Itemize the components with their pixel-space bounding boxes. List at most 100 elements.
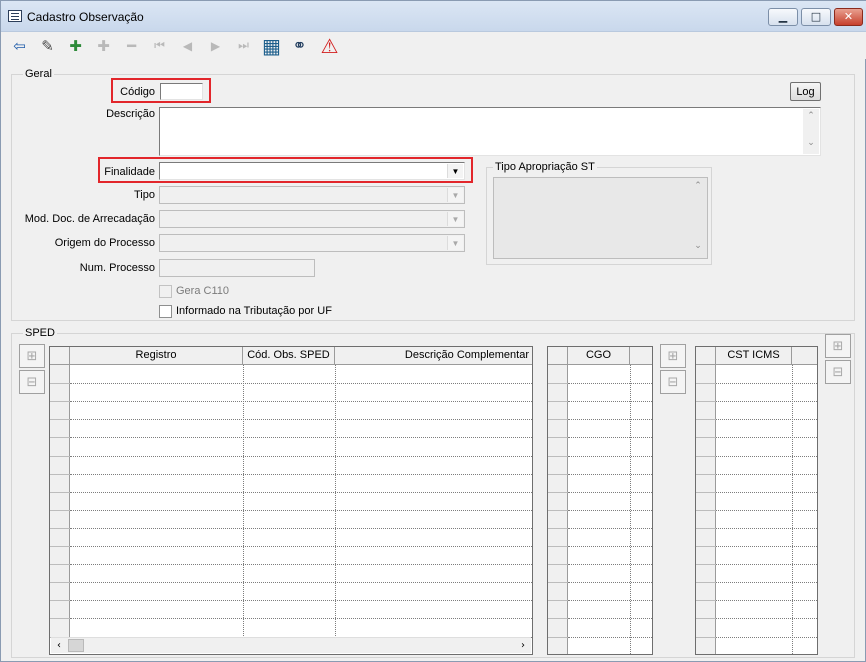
title-bar: Cadastro Observação ▁ □ ✕ xyxy=(1,1,866,32)
col-header-descricao-complementar[interactable]: Descrição Complementar xyxy=(335,347,532,365)
chevron-down-icon[interactable]: ▼ xyxy=(447,212,463,226)
col-header-registro[interactable]: Registro xyxy=(70,347,243,365)
informado-checkbox[interactable] xyxy=(159,305,172,318)
tipo-select[interactable]: ▼ xyxy=(159,186,465,204)
delete-record-button[interactable]: ━ xyxy=(118,32,145,59)
first-record-button[interactable]: ⏮ xyxy=(146,32,173,59)
indicator-row-line xyxy=(696,455,716,457)
clear-button[interactable]: ✎ xyxy=(34,32,61,59)
scroll-down-icon[interactable]: ⌄ xyxy=(690,241,706,257)
col-header-cgo[interactable]: CGO xyxy=(568,347,630,365)
prev-record-button[interactable]: ◀ xyxy=(174,32,201,59)
grid-row-line xyxy=(568,564,652,566)
indicator-row-line xyxy=(50,600,70,602)
grid-row-line xyxy=(70,491,532,493)
maximize-button[interactable]: □ xyxy=(801,8,831,26)
last-record-button[interactable]: ⏭ xyxy=(230,32,257,59)
indicator-row-line xyxy=(696,473,716,475)
indicator-row-line xyxy=(548,455,568,457)
grid-row-line xyxy=(70,473,532,475)
origem-select[interactable]: ▼ xyxy=(159,234,465,252)
grid-row-line xyxy=(568,509,652,511)
grid-row-line xyxy=(70,600,532,602)
grid-row-line xyxy=(716,600,817,602)
cgo-remove-button[interactable]: ⊟ xyxy=(660,370,686,394)
edit-record-button[interactable]: ✚ xyxy=(90,32,117,59)
indicator-row-line xyxy=(696,401,716,403)
grid-row-line xyxy=(568,383,652,385)
cst-icms-grid[interactable]: CST ICMS xyxy=(695,346,818,655)
indicator-row-line xyxy=(548,618,568,620)
codigo-highlight xyxy=(111,78,211,103)
sped-remove-button[interactable]: ⊟ xyxy=(19,370,45,394)
scroll-thumb[interactable] xyxy=(68,639,84,652)
indicator-row-line xyxy=(548,527,568,529)
indicator-row-line xyxy=(548,383,568,385)
grid-row-line xyxy=(716,419,817,421)
indicator-row-line xyxy=(696,383,716,385)
num-processo-field[interactable] xyxy=(159,259,315,277)
col-header-cst-icms[interactable]: CST ICMS xyxy=(716,347,792,365)
chevron-down-icon[interactable]: ▼ xyxy=(447,236,463,250)
window-title: Cadastro Observação xyxy=(27,10,144,24)
first-record-icon: ⏮ xyxy=(154,38,165,52)
cst-remove-button[interactable]: ⊟ xyxy=(825,360,851,384)
grid-row-line xyxy=(568,527,652,529)
indicator-row-line xyxy=(50,582,70,584)
indicator-row-line xyxy=(548,437,568,439)
grid-row-line xyxy=(70,383,532,385)
next-record-button[interactable]: ▶ xyxy=(202,32,229,59)
indicator-row-line xyxy=(548,491,568,493)
scroll-up-icon[interactable]: ⌃ xyxy=(690,181,706,197)
tipo-apropriacao-list[interactable]: ⌃ ⌄ xyxy=(493,177,708,259)
scroll-down-icon[interactable]: ⌄ xyxy=(803,138,819,154)
scroll-left-icon[interactable]: ‹ xyxy=(51,638,67,654)
search-button[interactable]: ⚭ xyxy=(286,32,313,59)
warning-button[interactable]: ⚠ xyxy=(316,32,343,59)
add-record-button[interactable]: ✚ xyxy=(62,32,89,59)
indicator-row-line xyxy=(696,618,716,620)
tipo-apropriacao-scrollbar[interactable]: ⌃ ⌄ xyxy=(690,179,706,257)
app-icon[interactable] xyxy=(8,10,22,22)
gera-c110-checkbox[interactable] xyxy=(159,285,172,298)
indicator-row-line xyxy=(696,546,716,547)
mod-doc-select[interactable]: ▼ xyxy=(159,210,465,228)
informado-label: Informado na Tributação por UF xyxy=(176,305,332,317)
grid-row-line xyxy=(716,401,817,403)
scroll-right-icon[interactable]: › xyxy=(515,638,531,654)
grid-view-button[interactable]: ▦ xyxy=(258,32,285,59)
grid-row-line xyxy=(70,546,532,547)
cgo-add-button[interactable]: ⊞ xyxy=(660,344,686,368)
sped-add-button[interactable]: ⊞ xyxy=(19,344,45,368)
minimize-button[interactable]: ▁ xyxy=(768,8,798,26)
indicator-row-line xyxy=(548,564,568,566)
add-row-icon: ⊞ xyxy=(26,348,38,364)
descricao-scrollbar[interactable]: ⌃ ⌄ xyxy=(803,109,819,154)
indicator-row-line xyxy=(50,437,70,439)
close-icon: ✕ xyxy=(843,10,854,23)
delete-record-icon: ━ xyxy=(126,36,137,55)
close-button[interactable]: ✕ xyxy=(834,8,863,26)
num-processo-label: Num. Processo xyxy=(79,262,155,274)
indicator-row-line xyxy=(50,383,70,385)
grid-row-line xyxy=(70,527,532,529)
log-button[interactable]: Log xyxy=(790,82,821,101)
indicator-row-line xyxy=(548,636,568,638)
cst-add-button[interactable]: ⊞ xyxy=(825,334,851,358)
sped-grid-hscroll[interactable]: ‹ › xyxy=(51,637,531,653)
indicator-header xyxy=(696,347,716,365)
scroll-up-icon[interactable]: ⌃ xyxy=(803,111,819,127)
chevron-down-icon[interactable]: ▼ xyxy=(447,188,463,202)
grid-row-line xyxy=(568,491,652,493)
exit-button[interactable]: ⇦ xyxy=(6,32,33,59)
grid-row-line xyxy=(568,473,652,475)
grid-row-line xyxy=(716,618,817,620)
grid-row-line xyxy=(70,582,532,584)
grid-row-line xyxy=(716,455,817,457)
cgo-grid[interactable]: CGO xyxy=(547,346,653,655)
sped-grid[interactable]: Registro Cód. Obs. SPED Descrição Comple… xyxy=(49,346,533,655)
descricao-memo[interactable]: ⌃ ⌄ xyxy=(159,107,821,156)
indicator-row-line xyxy=(50,455,70,457)
toolbar: ⇦ ✎ ✚ ✚ ━ ⏮ ◀ ▶ ⏭ ▦ ⚭ ⚠ xyxy=(2,32,866,59)
col-header-cod-obs[interactable]: Cód. Obs. SPED xyxy=(243,347,335,365)
